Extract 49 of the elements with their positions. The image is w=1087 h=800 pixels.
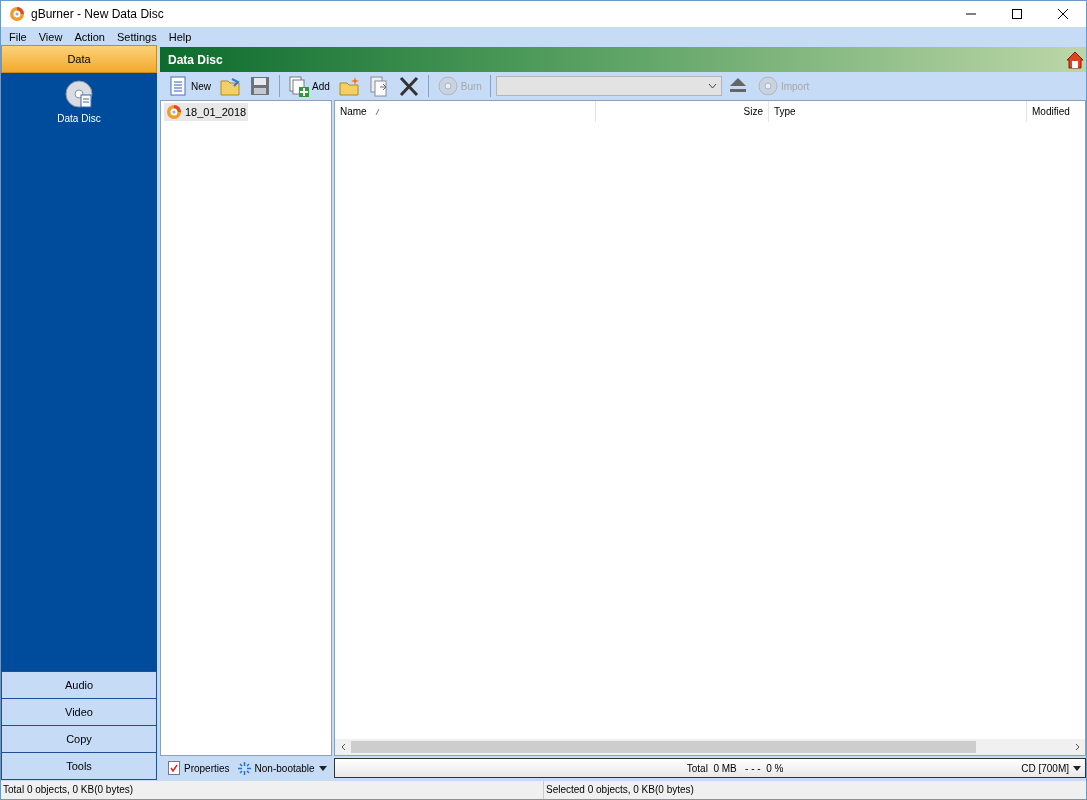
- disc-icon: [756, 75, 779, 97]
- documents-icon: [367, 75, 390, 97]
- sparkle-icon: [237, 761, 251, 775]
- status-text: Selected 0 objects, 0 KB(0 bytes): [545, 783, 695, 797]
- media-dropdown[interactable]: CD [700M]: [1015, 761, 1085, 775]
- toolbar-button[interactable]: Add: [285, 74, 333, 98]
- menu-item[interactable]: Settings: [110, 30, 163, 43]
- sidebar-tab[interactable]: Data: [1, 45, 157, 73]
- disc-icon: [436, 75, 459, 97]
- sidebar-item[interactable]: Data Disc: [57, 113, 101, 124]
- menu-item[interactable]: Action: [68, 30, 111, 43]
- column-header[interactable]: Modified: [1027, 101, 1085, 122]
- new-document-icon: [167, 75, 189, 97]
- sidebar-tab[interactable]: Copy: [1, 725, 157, 753]
- column-header[interactable]: Type: [769, 101, 1027, 122]
- status-text: Total 0 objects, 0 KB(0 bytes): [1, 781, 544, 799]
- chevron-down-icon: [707, 83, 717, 89]
- horizontal-scrollbar[interactable]: [335, 739, 1085, 755]
- column-header[interactable]: Size: [596, 101, 769, 122]
- home-icon: [1066, 50, 1084, 69]
- checklist-icon: [168, 761, 180, 775]
- maximize-icon: [1012, 9, 1022, 19]
- window-title: gBurner - New Data Disc: [31, 7, 165, 21]
- disc-icon: [64, 79, 94, 109]
- tree-node[interactable]: 18_01_2018: [164, 103, 249, 121]
- folder-icon: [219, 75, 241, 97]
- properties-button[interactable]: Properties: [166, 761, 232, 775]
- column-header[interactable]: Name: [335, 101, 596, 122]
- caret-down-icon: [318, 765, 327, 771]
- menu-item[interactable]: View: [32, 30, 69, 43]
- scrollbar-thumb[interactable]: [351, 741, 976, 753]
- disc-icon: [166, 104, 182, 120]
- app-logo-icon: [9, 6, 25, 22]
- caret-down-icon: [1073, 765, 1081, 771]
- close-icon: [1058, 9, 1068, 19]
- toolbar-button[interactable]: New: [164, 74, 214, 98]
- menu-item[interactable]: Help: [162, 30, 198, 43]
- new-folder-icon: [337, 75, 360, 97]
- sidebar-tab[interactable]: Tools: [1, 752, 157, 780]
- scroll-right-icon: [1074, 743, 1080, 751]
- add-files-icon: [288, 75, 310, 97]
- scroll-left-icon: [340, 743, 346, 751]
- delete-icon: [397, 75, 420, 97]
- menu-item[interactable]: File: [3, 30, 33, 43]
- capacity-text: Total 0 MB - - - 0 %: [685, 762, 785, 774]
- header-title: Data Disc: [168, 52, 223, 67]
- boot-dropdown[interactable]: Non-bootable: [235, 761, 329, 775]
- sidebar-tab[interactable]: Video: [1, 698, 157, 726]
- sidebar-tab[interactable]: Audio: [1, 671, 157, 699]
